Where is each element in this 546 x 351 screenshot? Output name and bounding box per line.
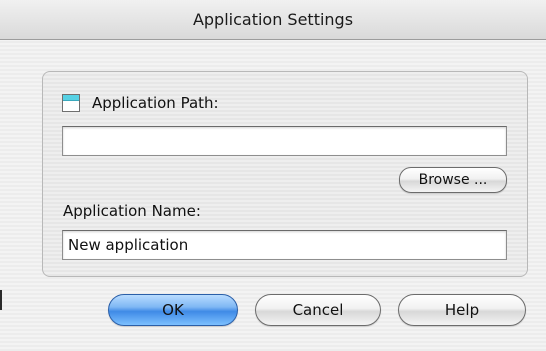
- ok-button[interactable]: OK: [108, 294, 238, 326]
- application-name-label: Application Name:: [63, 202, 201, 220]
- window-title: Application Settings: [192, 10, 354, 29]
- application-path-checkbox[interactable]: [62, 94, 80, 112]
- checkbox-accent: [63, 95, 79, 101]
- title-bar[interactable]: Application Settings: [0, 0, 546, 40]
- browse-button[interactable]: Browse ...: [399, 167, 507, 193]
- application-path-label: Application Path:: [92, 94, 219, 112]
- application-path-input[interactable]: [62, 126, 507, 156]
- application-settings-window: Application Settings Application Path: B…: [0, 0, 546, 351]
- window-edge-marker: [0, 290, 2, 310]
- application-name-input[interactable]: [62, 230, 507, 260]
- cancel-button[interactable]: Cancel: [255, 294, 381, 326]
- help-button[interactable]: Help: [398, 294, 526, 326]
